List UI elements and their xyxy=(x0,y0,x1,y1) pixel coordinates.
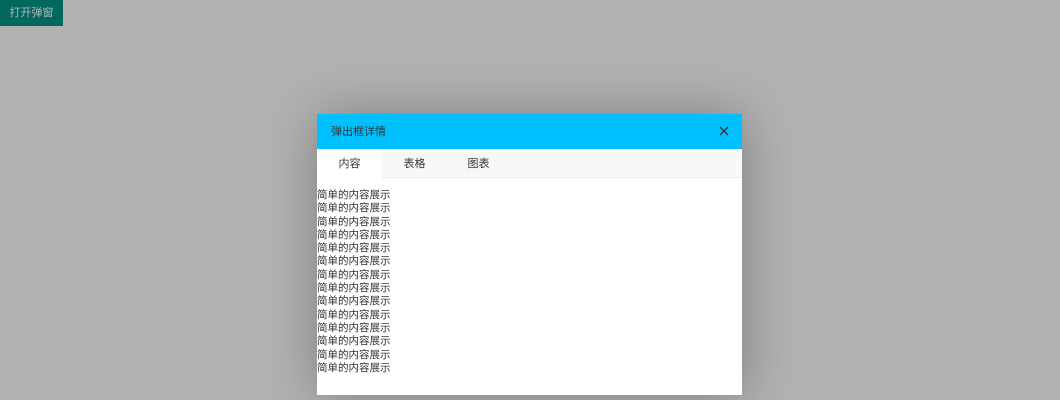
content-line: 简单的内容展示 xyxy=(317,348,391,361)
dialog: 弹出框详情 内容 表格 图表 简单的内容展示 简单的内容展示 简单的内容展示 简… xyxy=(317,114,742,395)
content-line: 简单的内容展示 xyxy=(317,202,391,215)
tab-content[interactable]: 内容 xyxy=(317,149,382,178)
content-line: 简单的内容展示 xyxy=(317,361,391,374)
close-icon[interactable] xyxy=(716,123,732,139)
content-line: 简单的内容展示 xyxy=(317,255,391,268)
content-line: 简单的内容展示 xyxy=(317,308,391,321)
content-line: 简单的内容展示 xyxy=(317,242,391,255)
content-line: 简单的内容展示 xyxy=(317,282,391,295)
dialog-header: 弹出框详情 xyxy=(317,114,742,149)
content-line: 简单的内容展示 xyxy=(317,215,391,228)
content-line: 简单的内容展示 xyxy=(317,268,391,281)
content-line: 简单的内容展示 xyxy=(317,295,391,308)
content-line: 简单的内容展示 xyxy=(317,321,391,334)
tab-table[interactable]: 表格 xyxy=(382,149,447,178)
content-line: 简单的内容展示 xyxy=(317,228,391,241)
tab-bar: 内容 表格 图表 xyxy=(317,149,742,178)
tab-content-panel: 简单的内容展示 简单的内容展示 简单的内容展示 简单的内容展示 简单的内容展示 … xyxy=(317,178,742,375)
tab-chart[interactable]: 图表 xyxy=(446,149,511,178)
dialog-title: 弹出框详情 xyxy=(331,125,386,138)
content-line: 简单的内容展示 xyxy=(317,189,391,201)
content-line: 简单的内容展示 xyxy=(317,335,391,348)
